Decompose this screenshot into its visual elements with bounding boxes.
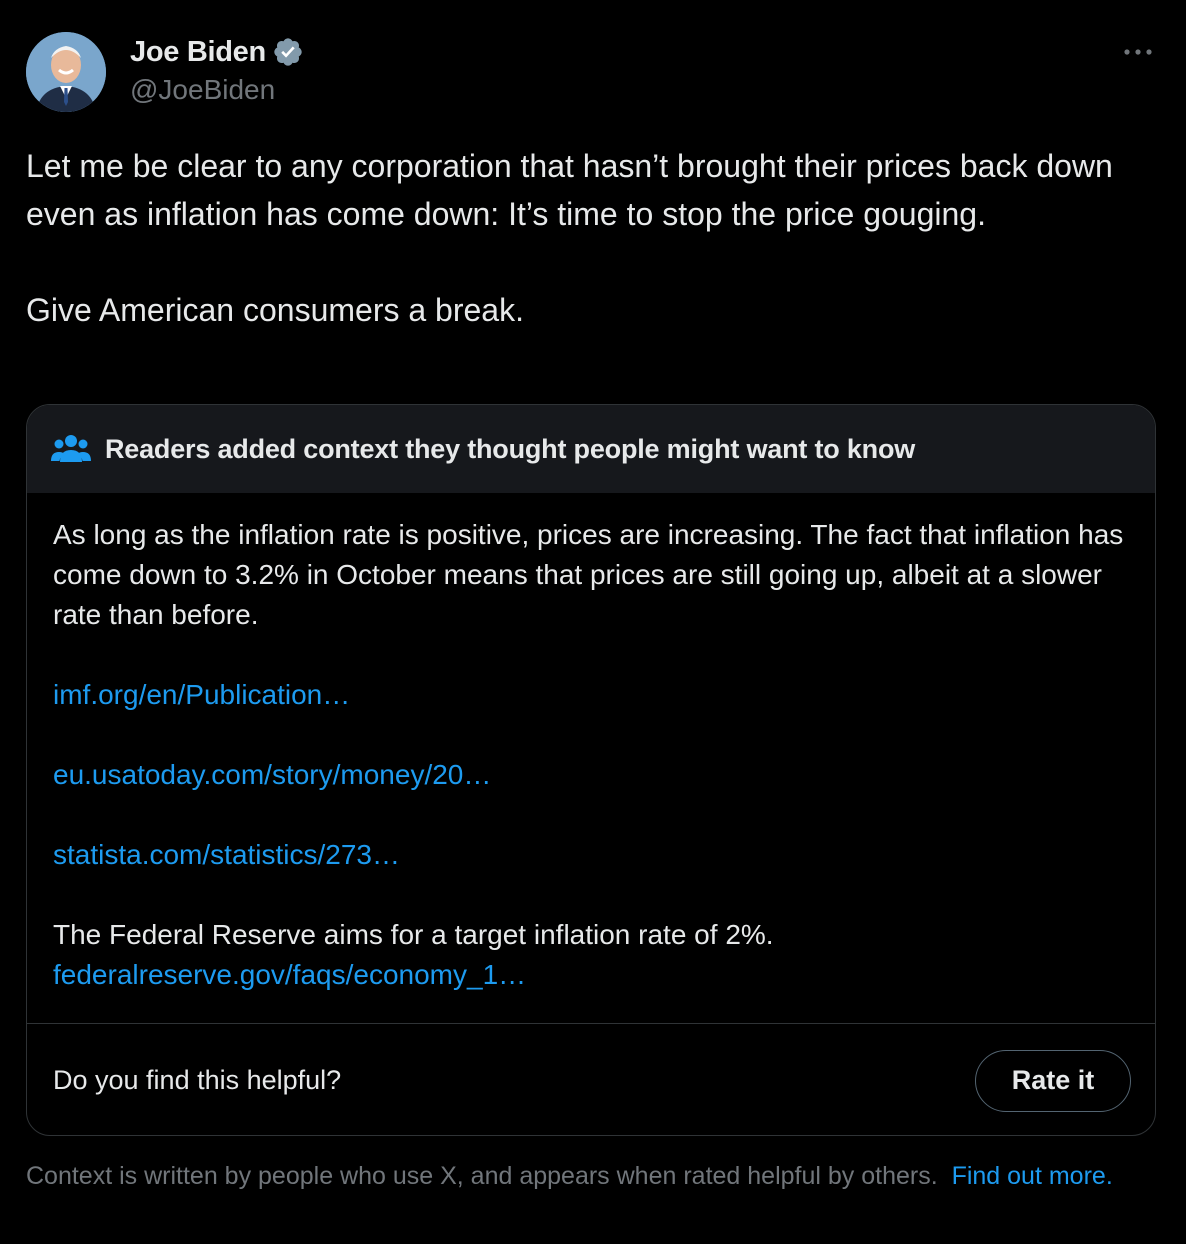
rate-it-button[interactable]: Rate it: [975, 1049, 1131, 1112]
community-note: Readers added context they thought peopl…: [26, 404, 1156, 1136]
helpful-question: Do you find this helpful?: [53, 1065, 342, 1095]
community-note-header[interactable]: Readers added context they thought peopl…: [27, 405, 1155, 493]
note-fed-text: The Federal Reserve aims for a target in…: [53, 919, 774, 950]
people-icon: [51, 432, 91, 466]
find-out-more-link[interactable]: Find out more.: [952, 1162, 1113, 1190]
avatar[interactable]: [26, 32, 106, 112]
more-horizontal-icon[interactable]: [1122, 40, 1154, 64]
author-name[interactable]: Joe Biden: [130, 36, 266, 69]
author-handle[interactable]: @JoeBiden: [130, 74, 304, 106]
note-disclaimer: Context is written by people who use X, …: [26, 1160, 1136, 1193]
note-link-imf[interactable]: imf.org/en/Publication…: [53, 675, 1129, 715]
tweet-paragraph: Give American consumers a break.: [26, 292, 524, 328]
note-link-statista[interactable]: statista.com/statistics/273…: [53, 835, 1129, 875]
community-note-body: As long as the inflation rate is positiv…: [27, 493, 1155, 995]
note-link-usatoday[interactable]: eu.usatoday.com/story/money/20…: [53, 755, 1129, 795]
author-block: Joe Biden @JoeBiden: [130, 34, 304, 106]
community-note-footer: Do you find this helpful? Rate it: [27, 1023, 1155, 1135]
avatar-image: [26, 32, 106, 112]
tweet-text: Let me be clear to any corporation that …: [26, 142, 1146, 334]
community-note-title: Readers added context they thought peopl…: [105, 433, 916, 464]
note-link-federalreserve[interactable]: federalreserve.gov/faqs/economy_1…: [53, 955, 1129, 995]
tweet-paragraph: Let me be clear to any corporation that …: [26, 148, 1113, 232]
disclaimer-text: Context is written by people who use X, …: [26, 1162, 938, 1190]
note-text: As long as the inflation rate is positiv…: [53, 519, 1124, 630]
verified-badge-icon[interactable]: [272, 36, 304, 68]
